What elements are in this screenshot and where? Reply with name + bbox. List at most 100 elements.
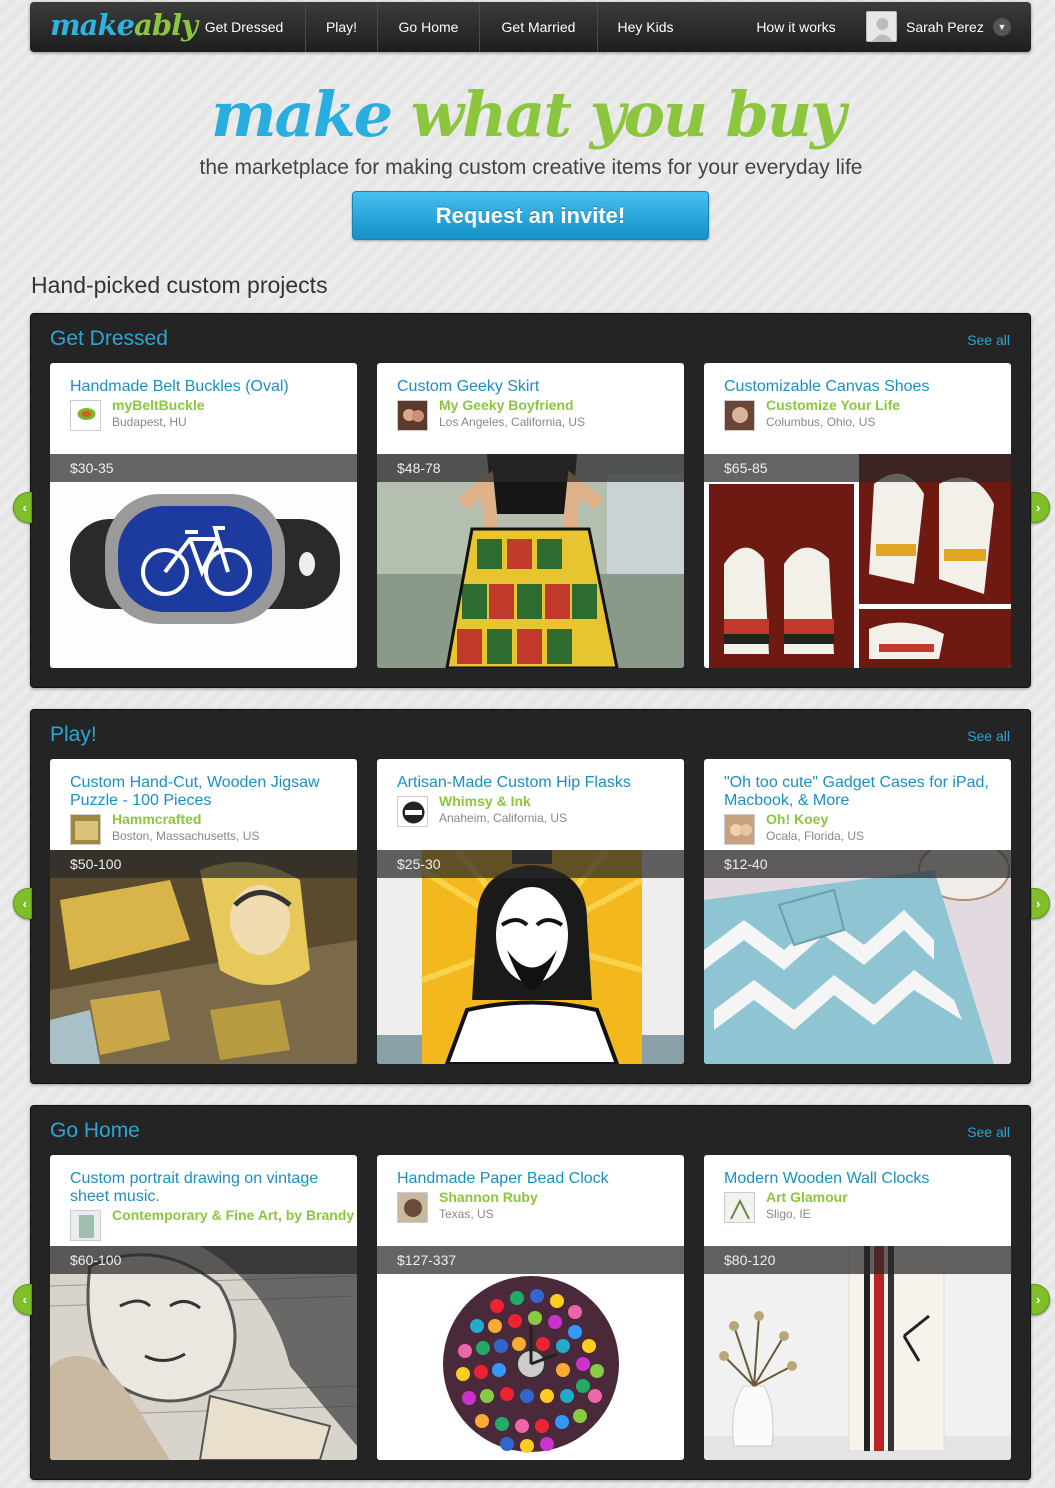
product-title[interactable]: "Oh too cute" Gadget Cases for iPad, Mac… [724, 774, 1004, 810]
product-card[interactable]: Handmade Belt Buckles (Oval) myBeltBuckl… [50, 363, 357, 668]
product-title[interactable]: Handmade Paper Bead Clock [397, 1170, 677, 1188]
product-image[interactable] [50, 454, 357, 668]
seller-location: Columbus, Ohio, US [766, 415, 876, 429]
product-title[interactable]: Modern Wooden Wall Clocks [724, 1170, 1004, 1188]
seller-location: Boston, Massachusetts, US [112, 829, 260, 843]
seller-location: Sligo, IE [766, 1207, 811, 1221]
seller-location: Ocala, Florida, US [766, 829, 865, 843]
seller-location: Anaheim, California, US [439, 811, 568, 825]
product-card[interactable]: Handmade Paper Bead Clock Shannon Ruby T… [377, 1155, 684, 1460]
hero-title-make: make [210, 78, 393, 151]
carousel-prev-icon[interactable]: ‹ [13, 492, 32, 523]
seller-location: Los Angeles, California, US [439, 415, 586, 429]
seller-name[interactable]: Hammcrafted [112, 811, 342, 828]
seller-name[interactable]: Shannon Ruby [439, 1189, 669, 1206]
seller-logo[interactable] [397, 796, 428, 827]
seller-logo[interactable] [70, 814, 101, 845]
seller-avatar[interactable] [397, 400, 428, 431]
seller-info: Oh! Koey Ocala, Florida, US [724, 811, 996, 848]
carousel-next-icon[interactable]: › [1031, 888, 1050, 919]
product-card[interactable]: Custom Hand-Cut, Wooden Jigsaw Puzzle - … [50, 759, 357, 1064]
seller-name[interactable]: Customize Your Life [766, 397, 996, 414]
carousel-prev-icon[interactable]: ‹ [13, 1284, 32, 1315]
seller-logo[interactable] [70, 400, 101, 431]
seller-info: Contemporary & Fine Art, by Brandy Catto… [70, 1207, 357, 1244]
category-title[interactable]: Go Home [50, 1119, 140, 1143]
category-title[interactable]: Play! [50, 723, 97, 747]
nav-play[interactable]: Play! [305, 2, 377, 52]
price-label: $50-100 [50, 850, 357, 878]
seller-info: Shannon Ruby Texas, US [397, 1189, 669, 1226]
hero-subtitle: the marketplace for making custom creati… [199, 156, 863, 179]
seller-logo[interactable] [724, 1192, 755, 1223]
product-title[interactable]: Custom Hand-Cut, Wooden Jigsaw Puzzle - … [70, 774, 350, 810]
seller-info: Art Glamour Sligo, IE [724, 1189, 996, 1226]
product-image[interactable] [704, 454, 1011, 668]
price-label: $12-40 [704, 850, 1011, 878]
product-title[interactable]: Custom Geeky Skirt [397, 378, 677, 396]
seller-avatar[interactable] [397, 1192, 428, 1223]
logo-text-ably: ably [134, 8, 198, 42]
seller-avatar[interactable] [70, 1210, 101, 1241]
hero-title-what-you-buy: what you buy [410, 78, 846, 151]
product-title[interactable]: Customizable Canvas Shoes [724, 378, 1004, 396]
user-avatar-icon [866, 11, 897, 42]
product-image[interactable] [704, 1246, 1011, 1460]
seller-location: Budapest, HU [112, 415, 187, 429]
top-navbar: makeably Get Dressed Play! Go Home Get M… [30, 2, 1031, 52]
price-label: $30-35 [50, 454, 357, 482]
section-heading: Hand-picked custom projects [31, 272, 328, 298]
see-all-link[interactable]: See all [967, 1124, 1010, 1140]
carousel-prev-icon[interactable]: ‹ [13, 888, 32, 919]
category-panel-go-home: Go Home See all Custom portrait drawing … [30, 1105, 1031, 1480]
carousel-next-icon[interactable]: › [1031, 492, 1050, 523]
nav-get-married[interactable]: Get Married [479, 2, 597, 52]
seller-info: Customize Your Life Columbus, Ohio, US [724, 397, 996, 434]
nav-go-home[interactable]: Go Home [377, 2, 479, 52]
nav-hey-kids[interactable]: Hey Kids [597, 2, 693, 52]
user-menu[interactable]: Sarah Perez ▼ [864, 10, 1016, 44]
makeably-logo[interactable]: makeably [50, 8, 198, 42]
see-all-link[interactable]: See all [967, 728, 1010, 744]
see-all-link[interactable]: See all [967, 332, 1010, 348]
product-image[interactable] [377, 454, 684, 668]
seller-name[interactable]: My Geeky Boyfriend [439, 397, 669, 414]
seller-name[interactable]: myBeltBuckle [112, 397, 342, 414]
seller-location: Texas, US [439, 1207, 494, 1221]
seller-name[interactable]: Art Glamour [766, 1189, 996, 1206]
product-card[interactable]: Artisan-Made Custom Hip Flasks Whimsy & … [377, 759, 684, 1064]
product-title[interactable]: Handmade Belt Buckles (Oval) [70, 378, 350, 396]
product-title[interactable]: Artisan-Made Custom Hip Flasks [397, 774, 677, 792]
seller-name[interactable]: Contemporary & Fine Art, by Brandy Catto… [112, 1207, 357, 1224]
category-title[interactable]: Get Dressed [50, 327, 168, 351]
seller-info: Hammcrafted Boston, Massachusetts, US [70, 811, 342, 848]
category-panel-get-dressed: Get Dressed See all Handmade Belt Buckle… [30, 313, 1031, 688]
seller-name[interactable]: Whimsy & Ink [439, 793, 669, 810]
carousel-next-icon[interactable]: › [1031, 1284, 1050, 1315]
price-label: $48-78 [377, 454, 684, 482]
nav-how-it-works[interactable]: How it works [746, 2, 846, 52]
product-image[interactable] [50, 850, 357, 1064]
product-title[interactable]: Custom portrait drawing on vintage sheet… [70, 1170, 350, 1206]
product-image[interactable] [50, 1246, 357, 1460]
seller-info: myBeltBuckle Budapest, HU [70, 397, 342, 434]
nav-get-dressed[interactable]: Get Dressed [190, 2, 298, 52]
product-card[interactable]: Modern Wooden Wall Clocks Art Glamour Sl… [704, 1155, 1011, 1460]
category-panel-play: Play! See all Custom Hand-Cut, Wooden Ji… [30, 709, 1031, 1084]
product-image[interactable] [704, 850, 1011, 1064]
seller-name[interactable]: Oh! Koey [766, 811, 996, 828]
request-invite-button[interactable]: Request an invite! [352, 191, 709, 240]
price-label: $60-100 [50, 1246, 357, 1274]
product-card[interactable]: Custom Geeky Skirt My Geeky Boyfriend Lo… [377, 363, 684, 668]
price-label: $65-85 [704, 454, 1011, 482]
product-card[interactable]: Customizable Canvas Shoes Customize Your… [704, 363, 1011, 668]
hero-title: make what you buy [0, 78, 1055, 151]
seller-avatar[interactable] [724, 400, 755, 431]
product-card[interactable]: "Oh too cute" Gadget Cases for iPad, Mac… [704, 759, 1011, 1064]
chevron-down-icon[interactable]: ▼ [993, 18, 1011, 36]
product-image[interactable] [377, 850, 684, 1064]
seller-avatar[interactable] [724, 814, 755, 845]
product-image[interactable] [377, 1246, 684, 1460]
product-card[interactable]: Custom portrait drawing on vintage sheet… [50, 1155, 357, 1460]
user-name: Sarah Perez [906, 19, 984, 35]
